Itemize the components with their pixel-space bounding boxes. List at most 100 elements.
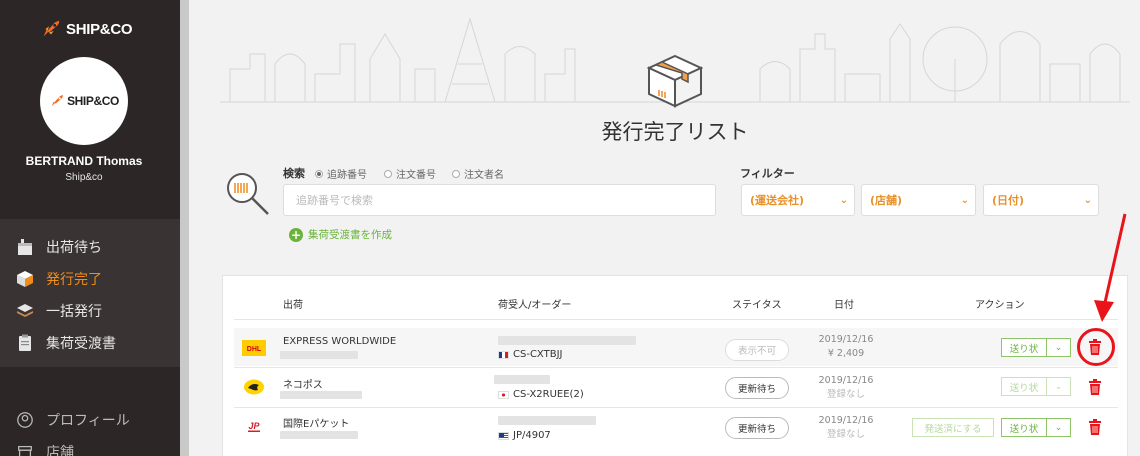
chevron-down-icon[interactable]: ⌄ [1047,338,1071,357]
france-flag-icon [498,350,509,359]
mark-as-sent-button[interactable]: 発送済にする [912,418,994,437]
radio-dot [452,169,460,178]
nav-label: 出荷待ち [46,240,102,256]
trash-icon[interactable] [1088,379,1102,395]
date-cell: 2019/12/16 ¥ 2,409 [818,333,874,361]
user-org: Ship&co [65,172,103,183]
label-button[interactable]: 送り状 [1001,338,1047,357]
nav-label: 店舗 [46,445,74,456]
nav-bottom: プロフィール 店舗 [0,404,180,456]
label-split-button[interactable]: 送り状 ⌄ [1001,418,1071,437]
create-pickup-doc-link[interactable]: + 集荷受渡書を作成 [289,227,392,242]
nav-label: プロフィール [46,413,130,429]
divider [234,407,1118,408]
date-filter-select[interactable]: (日付) ⌄ [983,184,1099,216]
divider [234,367,1118,368]
order-id[interactable]: CS-X2RUEE(2) [498,389,584,400]
header-date: 日付 [834,300,854,311]
update-pending-button[interactable]: 更新待ち [725,417,789,439]
layers-icon [14,300,36,322]
radio-dot [384,169,392,178]
select-value: (運送会社) [750,194,805,207]
nav-label: 一括発行 [46,304,102,320]
label-split-button[interactable]: 送り状 ⌄ [1001,377,1071,396]
radio-label: 注文番号 [396,170,436,181]
us-flag-icon [498,431,509,440]
order-id[interactable]: JP/4907 [498,430,551,441]
radio-order-number[interactable]: 注文番号 [384,166,436,181]
date-text: 2019/12/16 [818,415,874,426]
box-done-icon [14,268,36,290]
chevron-down-icon: ⌄ [960,194,969,206]
trash-icon[interactable] [1088,419,1102,435]
brand-name: SHIP&CO [66,20,133,38]
main-nav: 出荷待ち 発行完了 一括発行 集荷受渡書 [0,219,180,367]
japan-flag-icon [498,390,509,399]
nav-item-store[interactable]: 店舗 [0,436,180,456]
service-name: 国際Eパケット [283,419,350,430]
package-icon [646,54,704,108]
table-row[interactable] [234,328,1118,366]
search-input[interactable] [283,184,716,216]
search-icon [227,173,269,215]
order-id[interactable]: CS-CXTBJJ [498,349,562,360]
chevron-down-icon[interactable]: ⌄ [1047,377,1071,396]
radio-dot [315,169,323,178]
create-link-label: 集荷受渡書を作成 [308,229,392,241]
date-text: 2019/12/16 [818,375,874,386]
user-name: BERTRAND Thomas [25,154,143,168]
chevron-down-icon[interactable]: ⌄ [1047,418,1071,437]
store-filter-select[interactable]: (店舗) ⌄ [861,184,976,216]
redacted-text [280,431,358,439]
label-split-button[interactable]: 送り状 ⌄ [1001,338,1071,357]
rocket-icon [51,95,64,107]
japan-post-logo-icon: JP [248,421,260,432]
chevron-down-icon: ⌄ [1083,194,1092,206]
service-name: EXPRESS WORLDWIDE [283,336,397,347]
svg-text:DHL: DHL [247,346,262,353]
nav-label: 発行完了 [46,272,102,288]
order-id-text: CS-CXTBJJ [513,349,563,360]
label-button[interactable]: 送り状 [1001,418,1047,437]
redacted-text [498,416,596,425]
profile-icon [14,409,36,431]
chevron-down-icon: ⌄ [839,194,848,206]
carrier-filter-select[interactable]: (運送会社) ⌄ [741,184,855,216]
svg-text:JP: JP [248,421,260,431]
header-recipient: 荷受人/オーダー [498,300,572,311]
dhl-logo-icon: DHL [242,340,266,356]
amount-text: 登録なし [826,389,865,400]
radio-tracking-number[interactable]: 追跡番号 [315,166,367,181]
clipboard-icon [14,332,36,354]
date-text: 2019/12/16 [818,334,874,345]
nav-item-pending[interactable]: 出荷待ち [0,231,180,263]
radio-orderer-name[interactable]: 注文者名 [452,166,504,181]
header-action: アクション [975,300,1025,311]
update-pending-button[interactable]: 更新待ち [725,377,789,399]
order-id-text: JP/4907 [513,430,551,441]
select-value: (日付) [992,194,1025,207]
search-label: 検索 [283,167,305,180]
header-status: ステイタス [732,300,782,311]
redacted-text [498,336,636,345]
highlight-circle-annotation [1077,328,1115,366]
plus-circle-icon: + [289,227,303,242]
redacted-text [494,375,550,384]
nav-item-pickup[interactable]: 集荷受渡書 [0,327,180,359]
red-arrow-annotation [1094,213,1127,322]
filter-label: フィルター [740,167,795,180]
nav-item-batch[interactable]: 一括発行 [0,295,180,327]
redacted-text [280,391,362,399]
avatar[interactable]: SHIP&CO [40,57,128,145]
radio-label: 注文者名 [464,170,504,181]
order-id-text: CS-X2RUEE(2) [513,389,584,400]
brand-logo[interactable]: SHIP&CO [40,18,133,40]
divider [234,319,1118,320]
sidebar-scrollbar[interactable] [180,0,189,456]
nav-item-profile[interactable]: プロフィール [0,404,180,436]
date-cell: 2019/12/16 登録なし [818,414,874,442]
label-button[interactable]: 送り状 [1001,377,1047,396]
nav-item-completed[interactable]: 発行完了 [0,263,180,295]
sidebar: SHIP&CO SHIP&CO BERTRAND Thomas Ship&co … [0,0,180,456]
store-icon [14,441,36,456]
